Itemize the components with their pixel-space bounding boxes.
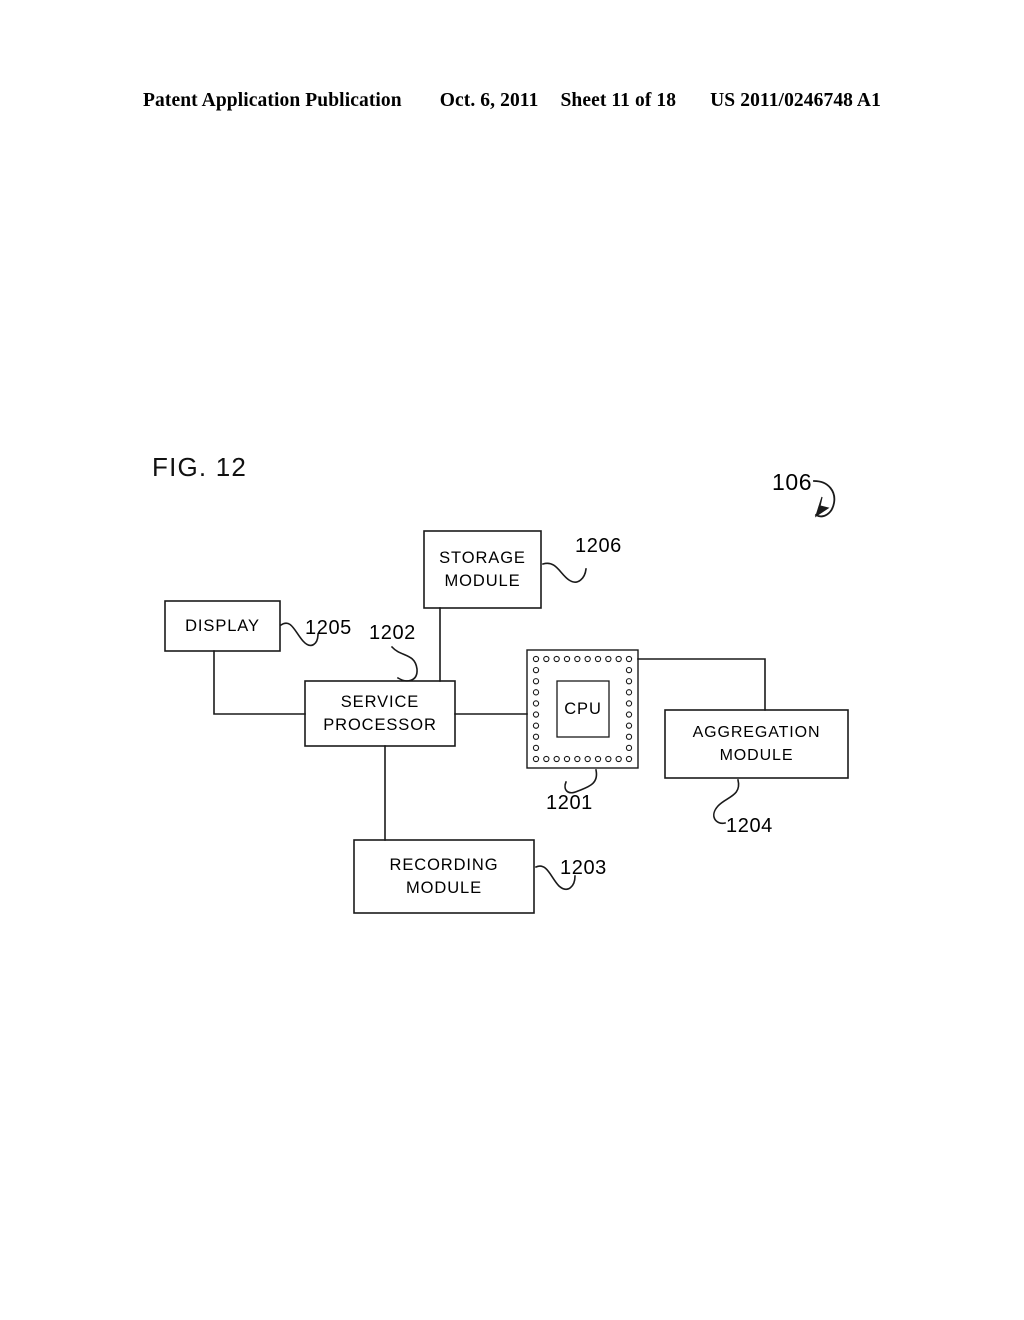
cpu-pin bbox=[625, 733, 633, 740]
cpu-pin bbox=[532, 711, 540, 718]
cpu-pin bbox=[532, 744, 540, 752]
cpu-pin bbox=[532, 722, 540, 729]
cpu-chip-package bbox=[526, 649, 639, 769]
cpu-pin bbox=[563, 655, 571, 663]
cpu-pin bbox=[574, 755, 581, 763]
cpu-pin bbox=[532, 678, 540, 685]
leader-106-arrow bbox=[813, 480, 836, 518]
cpu-pin bbox=[563, 755, 571, 763]
cpu-pin bbox=[605, 755, 612, 763]
reference-numeral-1206: 1206 bbox=[575, 535, 622, 557]
cpu-pin bbox=[574, 655, 581, 663]
cpu-pin bbox=[625, 689, 633, 696]
connector-display-to-service-processor bbox=[213, 650, 306, 715]
reference-numeral-1204: 1204 bbox=[726, 815, 773, 837]
figure-12-diagram: FIG. 12 STORAGE MODULE DISPLAY SERVICE P… bbox=[0, 0, 1024, 1320]
cpu-pin bbox=[584, 655, 591, 663]
cpu-pin bbox=[532, 733, 540, 740]
cpu-pin bbox=[625, 655, 633, 663]
cpu-pin bbox=[605, 655, 612, 663]
cpu-package-outline bbox=[526, 649, 639, 769]
recording-module-box bbox=[353, 839, 535, 914]
cpu-pin bbox=[594, 655, 602, 663]
cpu-pin bbox=[532, 755, 540, 763]
cpu-pin bbox=[543, 755, 550, 763]
figure-drawing bbox=[164, 480, 849, 914]
cpu-pin bbox=[625, 678, 633, 685]
display-box bbox=[164, 600, 281, 652]
leader-1201 bbox=[564, 769, 598, 794]
cpu-pin bbox=[625, 711, 633, 718]
aggregation-module-box bbox=[664, 709, 849, 779]
cpu-pin bbox=[615, 755, 622, 763]
service-processor-box bbox=[304, 680, 456, 747]
reference-numeral-1202: 1202 bbox=[369, 622, 416, 644]
cpu-pin bbox=[625, 744, 633, 752]
reference-numeral-106: 106 bbox=[772, 469, 813, 495]
cpu-pin bbox=[625, 755, 633, 763]
reference-numeral-1201: 1201 bbox=[546, 792, 593, 814]
reference-numeral-1203: 1203 bbox=[560, 857, 607, 879]
cpu-pin bbox=[553, 755, 560, 763]
cpu-pin bbox=[532, 689, 540, 696]
storage-module-box bbox=[423, 530, 542, 609]
cpu-pin bbox=[615, 655, 622, 663]
cpu-pin bbox=[543, 655, 550, 663]
cpu-pin bbox=[625, 666, 633, 674]
cpu-pin-ring bbox=[532, 655, 633, 763]
leader-1206 bbox=[542, 562, 587, 583]
connector-cpu-to-aggregation bbox=[637, 658, 766, 711]
cpu-pin bbox=[553, 655, 560, 663]
reference-numeral-1205: 1205 bbox=[305, 617, 352, 639]
cpu-pin bbox=[532, 666, 540, 674]
cpu-die-outline bbox=[556, 680, 610, 738]
cpu-pin bbox=[625, 700, 633, 707]
cpu-pin bbox=[594, 755, 602, 763]
leader-1202 bbox=[390, 645, 418, 682]
cpu-pin bbox=[584, 755, 591, 763]
cpu-pin bbox=[532, 655, 540, 663]
cpu-pin bbox=[532, 700, 540, 707]
cpu-pin bbox=[625, 722, 633, 729]
